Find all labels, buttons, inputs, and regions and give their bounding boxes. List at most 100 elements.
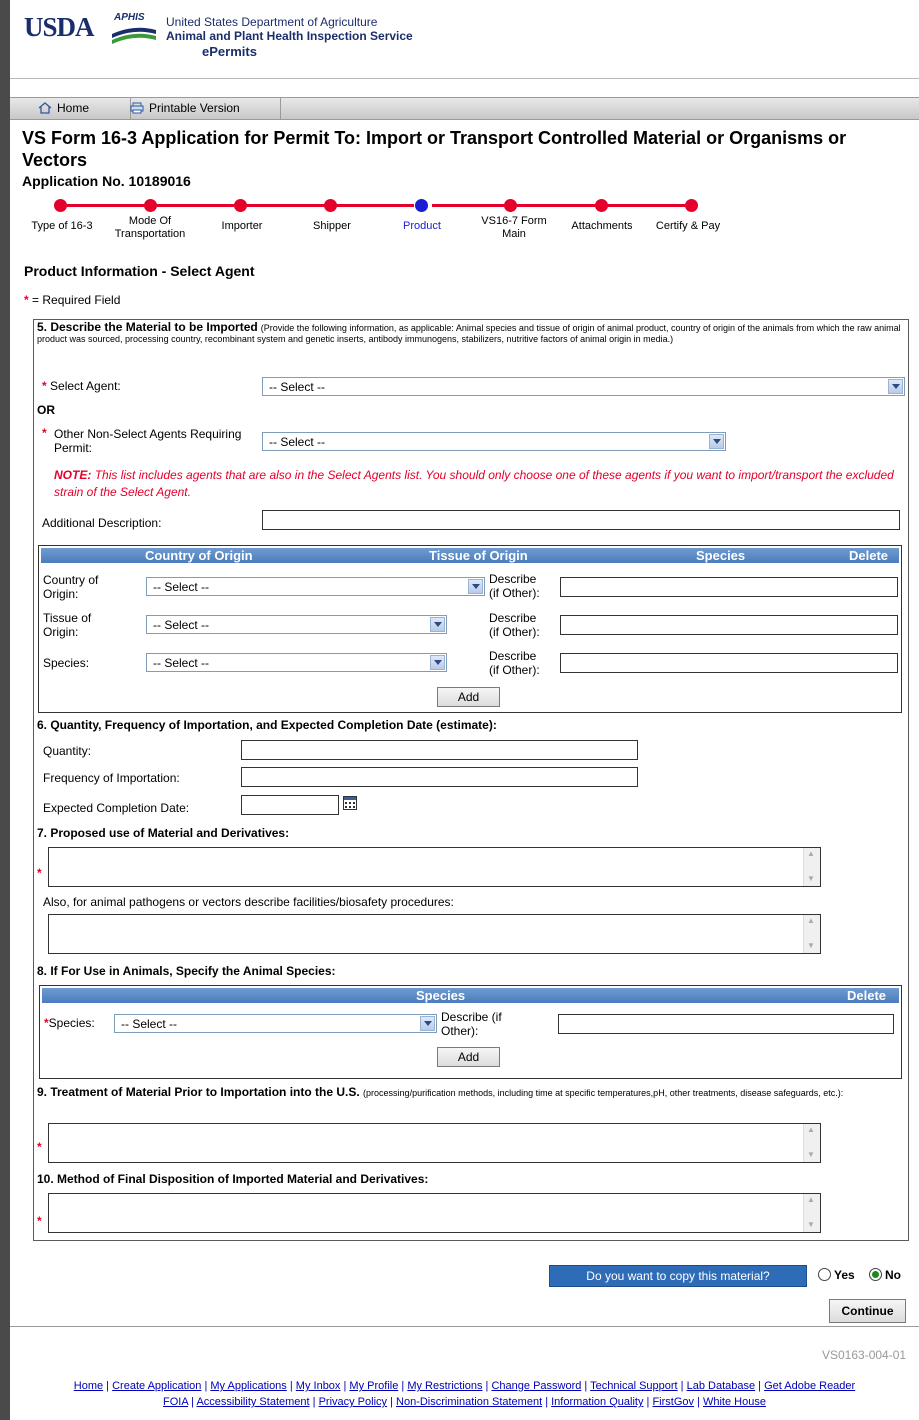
describe-species-input[interactable] (560, 653, 898, 673)
additional-description-input[interactable] (262, 510, 900, 530)
footer-link-inbox[interactable]: My Inbox (296, 1380, 341, 1392)
describe-species8-label: Describe (if Other): (441, 1010, 502, 1038)
describe-tissue-input[interactable] (560, 615, 898, 635)
describe-species8-input[interactable] (558, 1014, 894, 1034)
progress-steps: Type of 16-3 Mode Of Transportation Impo… (22, 196, 742, 246)
printable-version-tab[interactable]: Printable Version (122, 98, 281, 119)
step-label-certify[interactable]: Certify & Pay (648, 220, 728, 233)
country-dropdown[interactable]: -- Select -- (146, 577, 485, 596)
step-label-product[interactable]: Product (382, 220, 462, 233)
chevron-down-icon (430, 655, 445, 670)
agency-name: Animal and Plant Health Inspection Servi… (166, 29, 413, 43)
scrollbar[interactable] (803, 1124, 820, 1162)
scrollbar[interactable] (803, 915, 820, 953)
disposition-textarea[interactable] (48, 1193, 821, 1233)
footer-link-whitehouse[interactable]: White House (703, 1396, 766, 1408)
site-header: USDA APHIS United States Department of A… (10, 0, 919, 79)
step-label-attachments[interactable]: Attachments (562, 220, 642, 233)
copy-no-option[interactable]: No (869, 1268, 901, 1282)
footer-link-profile[interactable]: My Profile (349, 1380, 398, 1392)
footer-link-firstgov[interactable]: FirstGov (652, 1396, 694, 1408)
species8-label-text: Species: (48, 1016, 95, 1030)
completion-date-input[interactable] (241, 795, 339, 815)
section-title: Product Information - Select Agent (24, 263, 255, 279)
select-agent-value: -- Select -- (269, 380, 326, 394)
species8-value: -- Select -- (121, 1017, 178, 1031)
footer-row-2: FOIA | Accessibility Statement | Privacy… (163, 1396, 766, 1408)
continue-button[interactable]: Continue (829, 1299, 906, 1323)
step-dot-importer[interactable] (234, 199, 247, 212)
footer-links: Home | Create Application | My Applicati… (10, 1380, 919, 1409)
footer-link-adobe[interactable]: Get Adobe Reader (764, 1380, 855, 1392)
or-label: OR (37, 403, 55, 417)
step-dot-attachments[interactable] (595, 199, 608, 212)
copy-yes-option[interactable]: Yes (818, 1268, 855, 1282)
printer-icon (130, 102, 144, 114)
other-agents-dropdown[interactable]: -- Select -- (262, 432, 726, 451)
select-agent-note: NOTE: This list includes agents that are… (54, 467, 904, 501)
quantity-input[interactable] (241, 740, 638, 760)
scrollbar[interactable] (803, 848, 820, 886)
describe-country-input[interactable] (560, 577, 898, 597)
step-dot-shipper[interactable] (324, 199, 337, 212)
required-star: * (24, 293, 29, 307)
frequency-input[interactable] (241, 767, 638, 787)
note-bold: NOTE: (54, 468, 92, 482)
step-dot-transportation[interactable] (144, 199, 157, 212)
biosafety-textarea[interactable] (48, 914, 821, 954)
home-tab[interactable]: Home (30, 98, 131, 119)
footer-link-accessibility[interactable]: Accessibility Statement (196, 1396, 309, 1408)
calendar-icon[interactable] (343, 796, 357, 810)
required-legend-text: = Required Field (32, 293, 121, 307)
footer-link-password[interactable]: Change Password (491, 1380, 581, 1392)
add-species-button[interactable]: Add (437, 1047, 500, 1067)
step-label-importer[interactable]: Importer (202, 220, 282, 233)
treatment-textarea[interactable] (48, 1123, 821, 1163)
chevron-down-icon (709, 434, 724, 449)
species8-dropdown[interactable]: -- Select -- (114, 1014, 437, 1033)
footer-link-lab[interactable]: Lab Database (687, 1380, 756, 1392)
footer-link-restrictions[interactable]: My Restrictions (407, 1380, 482, 1392)
footer-link-support[interactable]: Technical Support (590, 1380, 677, 1392)
step-line-right (432, 204, 692, 207)
step-dot-product[interactable] (415, 199, 428, 212)
add-origin-button[interactable]: Add (437, 687, 500, 707)
proposed-use-textarea[interactable] (48, 847, 821, 887)
other-agents-value: -- Select -- (269, 435, 326, 449)
col-species: Species (696, 548, 746, 563)
footer-link-foia[interactable]: FOIA (163, 1396, 188, 1408)
tissue-dropdown[interactable]: -- Select -- (146, 615, 447, 634)
step-label-transportation[interactable]: Mode Of Transportation (110, 215, 190, 241)
q7-required-star: * (37, 866, 42, 880)
footer-link-nondiscrimination[interactable]: Non-Discrimination Statement (396, 1396, 542, 1408)
step-label-vs16-7[interactable]: VS16-7 Form Main (474, 215, 554, 241)
step-dot-type[interactable] (54, 199, 67, 212)
divider (10, 1326, 919, 1327)
country-value: -- Select -- (153, 580, 210, 594)
select-agent-dropdown[interactable]: -- Select -- (262, 377, 905, 396)
quantity-label: Quantity: (43, 744, 92, 758)
footer-link-home[interactable]: Home (74, 1380, 103, 1392)
yes-radio[interactable] (818, 1268, 831, 1281)
col-country-of-origin: Country of Origin (145, 548, 253, 563)
footer-link-applications[interactable]: My Applications (210, 1380, 286, 1392)
page-title: VS Form 16-3 Application for Permit To: … (22, 128, 847, 170)
footer-link-privacy[interactable]: Privacy Policy (319, 1396, 387, 1408)
describe-country-label: Describe (if Other): (489, 572, 540, 600)
col-tissue-of-origin: Tissue of Origin (429, 548, 528, 563)
other-agents-label: Other Non-Select Agents Requiring Permit… (54, 427, 242, 455)
describe-tissue-label: Describe (if Other): (489, 611, 540, 639)
footer-link-create[interactable]: Create Application (112, 1380, 201, 1392)
species-table: Species Delete *Species: -- Select -- De… (39, 985, 902, 1079)
scrollbar[interactable] (803, 1194, 820, 1232)
left-border (0, 0, 10, 1420)
no-radio[interactable] (869, 1268, 882, 1281)
step-label-shipper[interactable]: Shipper (292, 220, 372, 233)
footer-link-quality[interactable]: Information Quality (551, 1396, 643, 1408)
step-dot-certify[interactable] (685, 199, 698, 212)
col-delete: Delete (849, 548, 889, 563)
step-label-type[interactable]: Type of 16-3 (22, 220, 102, 233)
step-dot-vs16-7[interactable] (504, 199, 517, 212)
species-dropdown[interactable]: -- Select -- (146, 653, 447, 672)
chevron-down-icon (888, 379, 903, 394)
